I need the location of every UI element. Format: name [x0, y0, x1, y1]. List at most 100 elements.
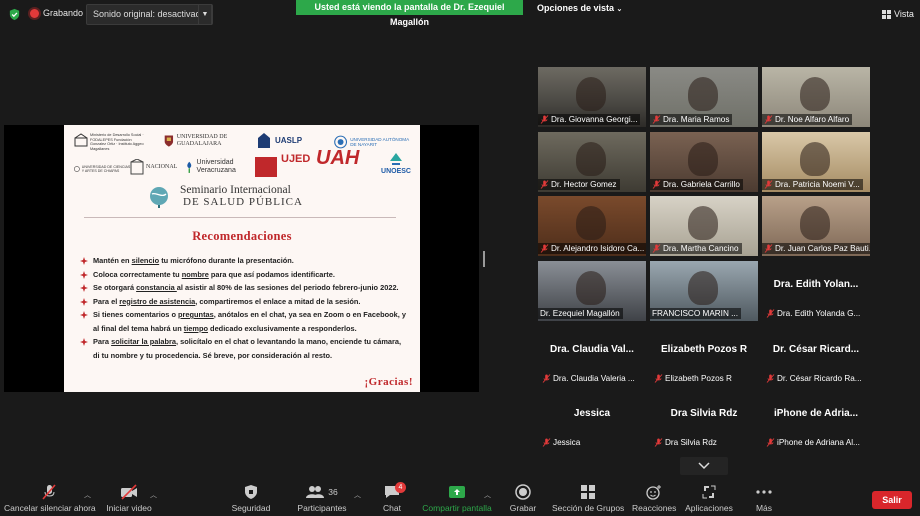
participant-tile[interactable]: Dr. Juan Carlos Paz Bauti... — [762, 196, 870, 256]
participant-tile[interactable]: Dra. Patricia Noemi V... — [762, 132, 870, 192]
logo-unoesc: UNOESC — [374, 151, 418, 175]
uv-flor-icon — [187, 161, 192, 173]
unicach-icon — [74, 166, 80, 172]
reactions-button[interactable]: Reacciones — [632, 478, 676, 516]
participant-name: Dra Silvia Rdz — [665, 438, 717, 447]
participant-name: Dr. César Ricardo Ra... — [777, 374, 862, 383]
participant-tile[interactable]: Dra. Maria Ramos — [650, 67, 758, 127]
participant-tile[interactable]: Dr. Noe Alfaro Alfaro — [762, 67, 870, 127]
chevron-down-icon[interactable]: ▼ — [198, 4, 212, 25]
video-options-caret-icon[interactable]: ︿ — [150, 490, 157, 500]
participant-tile[interactable]: Dra. Giovanna Georgi... — [538, 67, 646, 127]
participant-name-tag: Dr. Alejandro Isidoro Ca... — [538, 243, 646, 254]
participant-tile[interactable]: Dra. Martha Cancino — [650, 196, 758, 256]
audio-options-caret-icon[interactable]: ︿ — [84, 490, 91, 500]
logo-unicach-text: UNIVERSIDAD DE CIENCIAS Y ARTES DE CHIAP… — [81, 164, 131, 173]
recommendation-text: Para el — [93, 296, 120, 306]
diamond-bullet-icon — [80, 270, 88, 279]
participant-name-tag: Jessica — [540, 437, 583, 448]
thanks-text: ¡Gracias! — [364, 376, 413, 388]
logo-uv: Universidad Veracruzana — [184, 157, 248, 177]
participant-tile[interactable]: iPhone de Adria... iPhone de Adriana Al..… — [762, 390, 870, 450]
apps-button[interactable]: Aplicaciones — [684, 478, 734, 516]
participant-display-name: Dr. César Ricard... — [772, 344, 860, 355]
recommendations-heading: Recomendaciones — [192, 229, 292, 243]
participants-button[interactable]: 36 Participantes — [296, 478, 348, 516]
participant-silhouette — [688, 142, 718, 176]
participant-name-tag: Dr. César Ricardo Ra... — [764, 373, 865, 384]
muted-mic-icon — [540, 244, 549, 253]
diamond-bullet-icon — [80, 338, 88, 346]
breakout-rooms-button[interactable]: Sección de Grupos — [552, 478, 624, 516]
record-button[interactable]: Grabar — [506, 478, 540, 516]
participant-tile[interactable]: Dra. Gabriela Carrillo — [650, 132, 758, 192]
participants-count: 36 — [328, 487, 338, 497]
participant-name-tag: Dra Silvia Rdz — [652, 437, 720, 448]
share-options-caret-icon[interactable]: ︿ — [484, 490, 491, 500]
logo-udg-text: UNIVERSIDAD DE GUADALAJARA — [176, 134, 228, 147]
ujed-icon — [255, 157, 277, 177]
recommendations-list: Mantén en silencio tu micrófono durante … — [80, 254, 406, 362]
gallery-next-page-button[interactable] — [680, 457, 728, 475]
logo-uv-text: Universidad Veracruzana — [196, 159, 236, 174]
recommendation-text: Mantén en — [93, 256, 132, 265]
recommendation-item: Si tienes comentarios o preguntas, anóta… — [80, 308, 406, 335]
security-button[interactable]: Seguridad — [228, 478, 274, 516]
muted-mic-icon — [764, 244, 773, 253]
muted-mic-icon — [42, 484, 56, 500]
participant-tile[interactable]: Dr. Ezequiel Magallón — [538, 261, 646, 321]
original-sound-button[interactable]: Sonido original: desactivado — [86, 4, 213, 25]
muted-mic-icon — [766, 374, 775, 383]
leave-meeting-button[interactable]: Salir — [872, 491, 912, 509]
muted-mic-icon — [764, 115, 773, 124]
participant-silhouette — [800, 77, 830, 111]
apps-label: Aplicaciones — [685, 503, 733, 513]
underlined-text: tiempo — [183, 323, 208, 333]
participant-name: Dr. Hector Gomez — [551, 180, 617, 189]
apps-icon — [702, 485, 716, 499]
muted-mic-icon — [766, 438, 775, 447]
participant-tile[interactable]: Dr. Hector Gomez — [538, 132, 646, 192]
participant-tile[interactable]: Dr. Alejandro Isidoro Ca... — [538, 196, 646, 256]
participant-display-name: iPhone de Adria... — [773, 408, 859, 419]
participant-tile[interactable]: Dra. Edith Yolan... Dra. Edith Yolanda G.… — [762, 261, 870, 321]
panel-resize-handle[interactable] — [483, 251, 485, 267]
diamond-bullet-icon — [80, 297, 88, 306]
start-video-button[interactable]: Iniciar video — [104, 478, 154, 516]
meeting-toolbar: Cancelar silenciar ahora ︿ Iniciar video… — [0, 478, 920, 516]
participant-name-tag: Dra. Giovanna Georgi... — [538, 114, 641, 125]
participant-tile[interactable]: Jessica Jessica — [538, 390, 646, 450]
diamond-bullet-icon — [80, 284, 88, 292]
recommendation-text: dedicado exclusivamente a responderlos. — [208, 323, 357, 333]
logo-unicach: UNIVERSIDAD DE CIENCIAS Y ARTES DE CHIAP… — [74, 163, 132, 175]
participant-tile[interactable]: Elizabeth Pozos R Elizabeth Pozos R — [650, 326, 758, 386]
recording-indicator[interactable]: Grabando — [30, 8, 83, 18]
participant-name: Dra. Maria Ramos — [663, 115, 730, 124]
participant-tile[interactable]: Dra Silvia Rdz Dra Silvia Rdz — [650, 390, 758, 450]
divider-line — [84, 217, 396, 218]
logo-unal-text: NACIONAL — [146, 164, 178, 170]
muted-mic-icon — [652, 180, 661, 189]
participant-display-name: Elizabeth Pozos R — [660, 344, 748, 355]
muted-mic-icon — [540, 180, 549, 189]
participants-options-caret-icon[interactable]: ︿ — [354, 490, 361, 500]
chat-button[interactable]: 4 Chat — [374, 478, 410, 516]
recommendation-text: Si tienes comentarios o — [93, 310, 179, 319]
security-shield-icon[interactable] — [8, 8, 21, 21]
reactions-label: Reacciones — [632, 503, 677, 513]
unmute-label: Cancelar silenciar ahora — [4, 503, 96, 513]
muted-mic-icon — [654, 438, 663, 447]
participant-name: Dra. Martha Cancino — [663, 244, 739, 253]
logo-unal: NACIONAL — [130, 159, 180, 175]
more-button[interactable]: Más — [748, 478, 780, 516]
participant-silhouette — [576, 142, 606, 176]
share-screen-button[interactable]: Compartir pantalla — [422, 478, 492, 516]
muted-mic-icon — [542, 438, 551, 447]
unmute-button[interactable]: Cancelar silenciar ahora — [4, 478, 96, 516]
participant-tile[interactable]: Dr. César Ricard... Dr. César Ricardo Ra.… — [762, 326, 870, 386]
participant-tile[interactable]: Dra. Claudia Val... Dra. Claudia Valeria … — [538, 326, 646, 386]
participant-tile[interactable]: FRANCISCO MARIN ... — [650, 261, 758, 321]
view-button[interactable]: Vista — [882, 9, 914, 19]
view-options-button[interactable]: Opciones de vista ⌄ — [537, 3, 622, 13]
participant-name: Dra. Gabriela Carrillo — [663, 180, 740, 189]
